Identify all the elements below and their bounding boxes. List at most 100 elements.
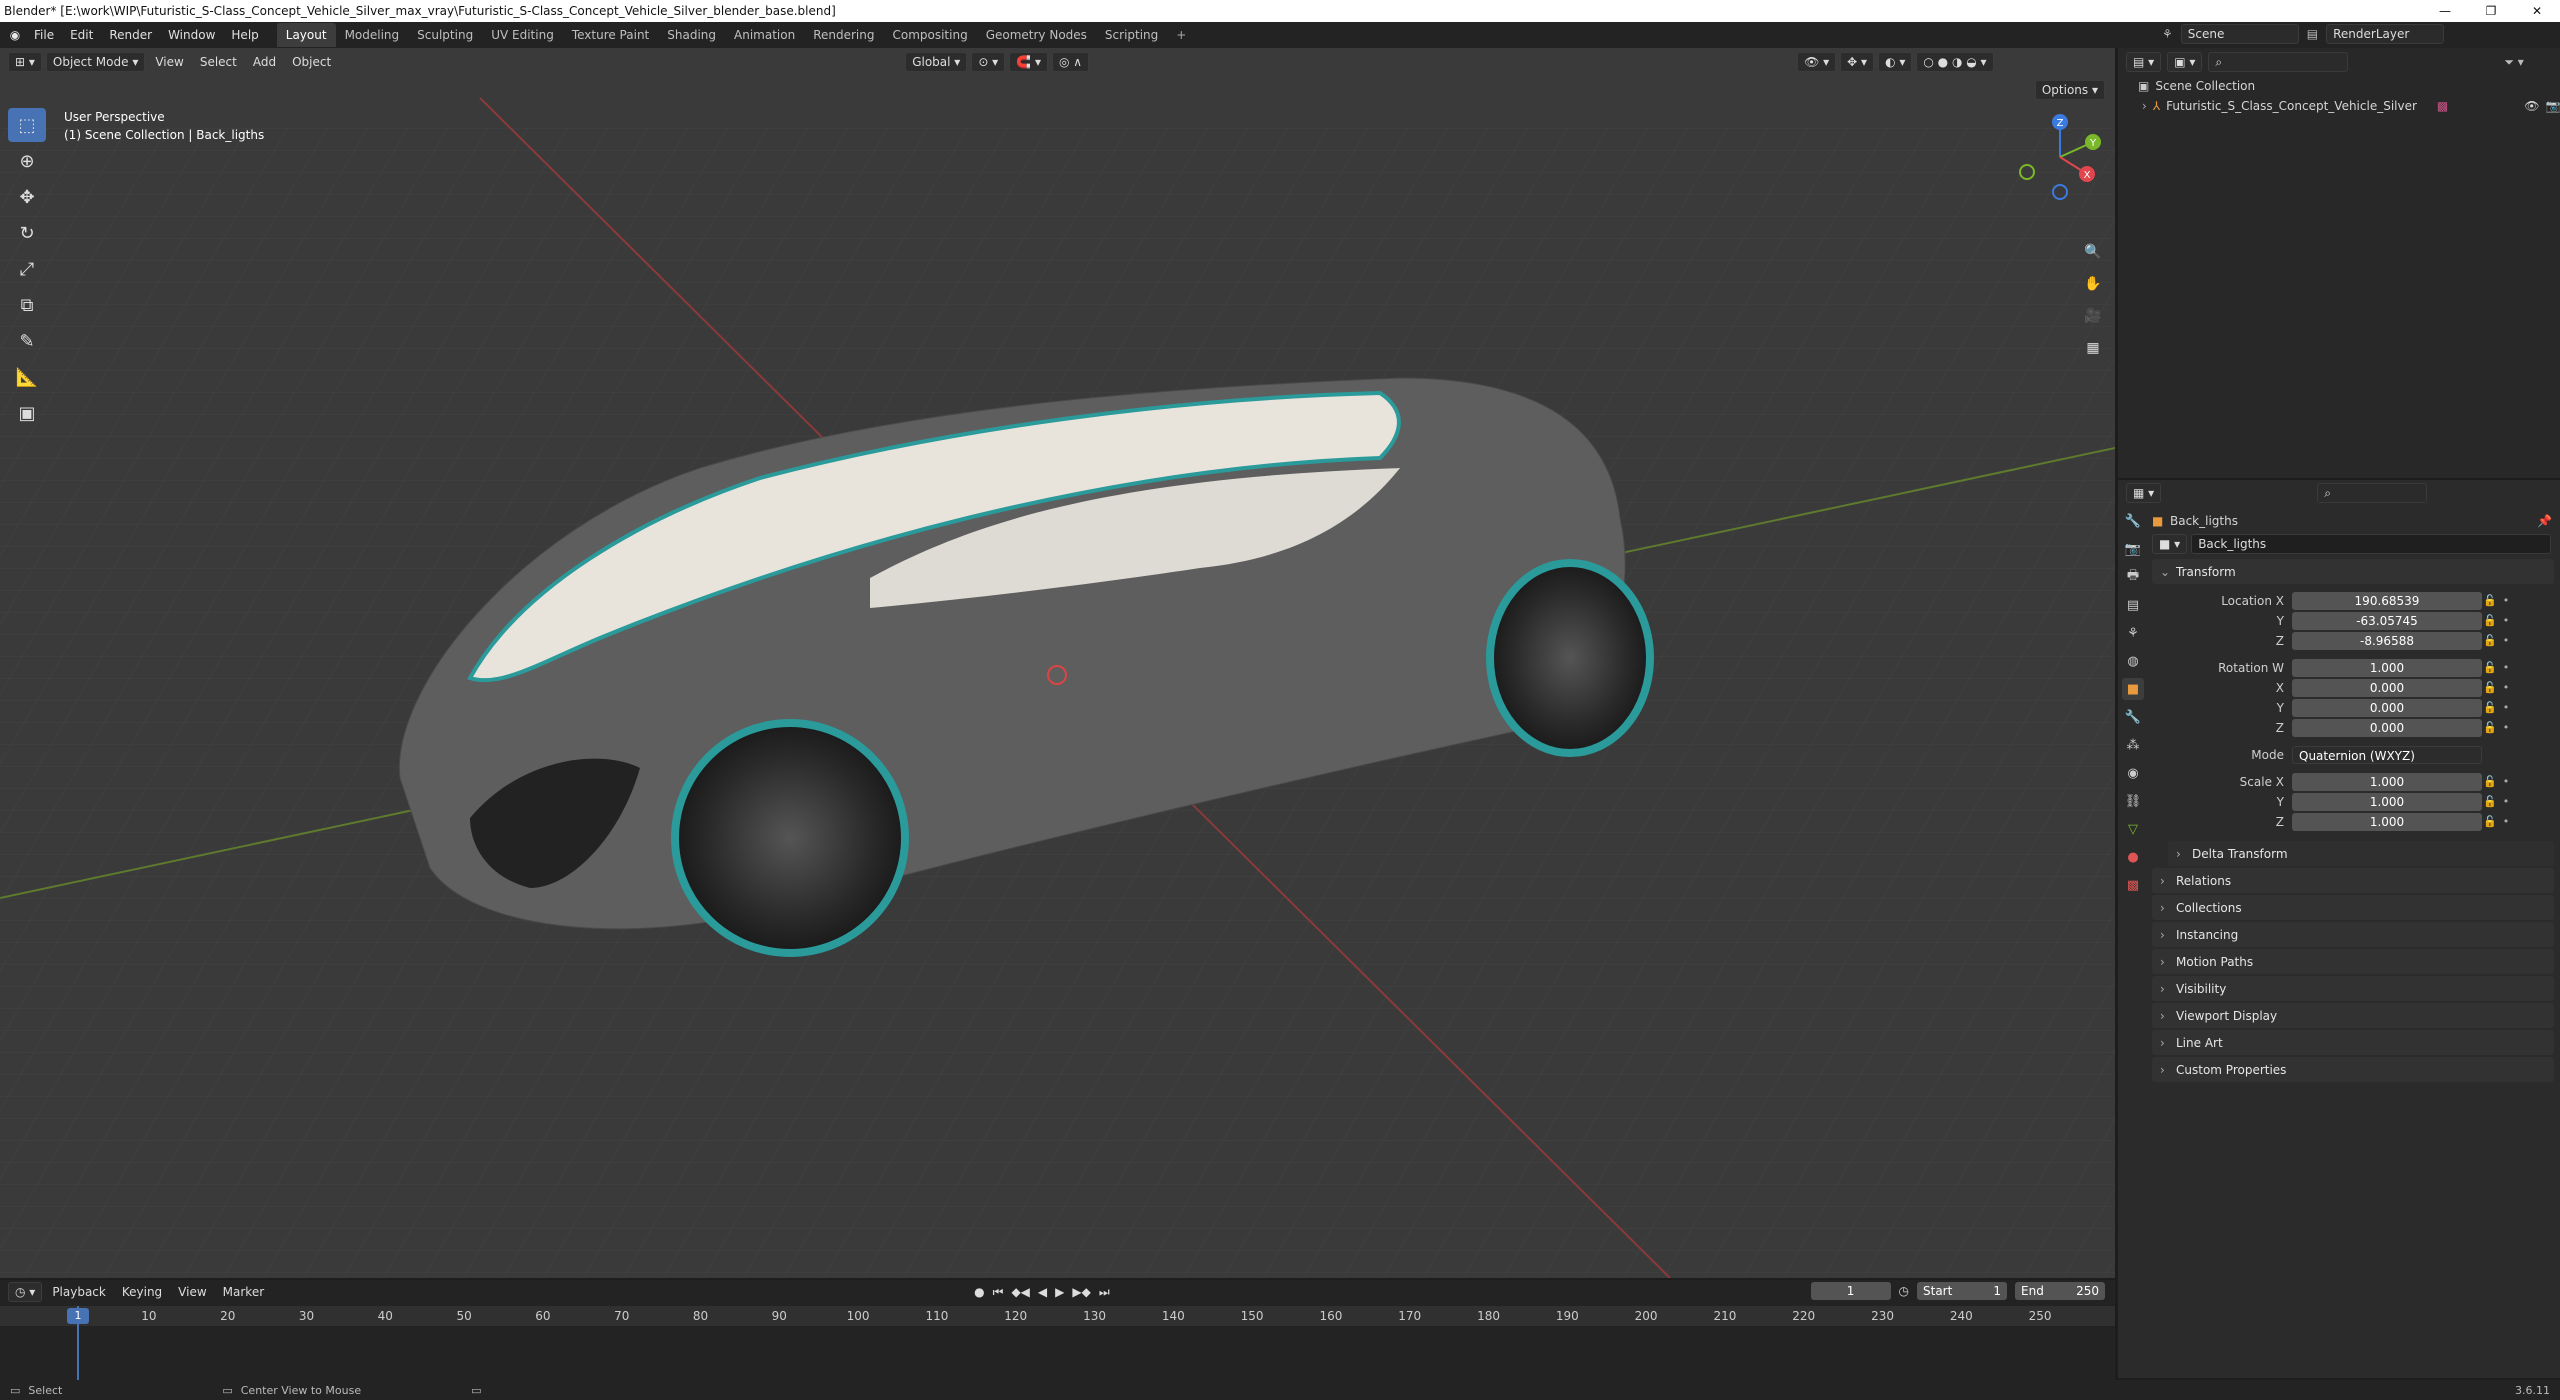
object-browse-button[interactable]: ■ ▾ bbox=[2152, 533, 2188, 554]
zoom-icon[interactable]: 🔍 bbox=[2081, 240, 2105, 264]
scene-tab-icon[interactable]: ⚘ bbox=[2122, 622, 2144, 644]
render-camera-icon[interactable]: 📷 bbox=[2546, 99, 2560, 113]
close-icon[interactable]: ✕ bbox=[2514, 0, 2560, 22]
pan-hand-icon[interactable]: ✋ bbox=[2081, 272, 2105, 296]
tab-rendering[interactable]: Rendering bbox=[804, 23, 883, 47]
modifier-tab-icon[interactable]: 🔧 bbox=[2122, 706, 2144, 728]
world-tab-icon[interactable]: ◍ bbox=[2122, 650, 2144, 672]
visibility-dropdown[interactable]: 👁 ▾ bbox=[1797, 52, 1837, 72]
lock-icon[interactable]: 🔓 bbox=[2482, 775, 2498, 788]
select-box-icon[interactable]: ⬚ bbox=[8, 108, 46, 142]
pivot-dropdown[interactable]: ⊙ ▾ bbox=[971, 52, 1006, 72]
keyframe-dot-icon[interactable]: • bbox=[2498, 634, 2514, 647]
outliner-editor-type[interactable]: ▤ ▾ bbox=[2126, 52, 2162, 72]
physics-tab-icon[interactable]: ◉ bbox=[2122, 762, 2144, 784]
motion-paths-section[interactable]: › Motion Paths bbox=[2152, 949, 2554, 974]
gizmo-neg-z-icon[interactable] bbox=[2052, 184, 2068, 200]
filter-icon[interactable]: ⏷ ▾ bbox=[2504, 55, 2523, 70]
add-cube-tool-icon[interactable]: ▣ bbox=[8, 396, 46, 430]
outliner-search[interactable]: ⌕ bbox=[2208, 52, 2349, 72]
rotation-z-field[interactable]: 0.000 bbox=[2292, 718, 2482, 737]
outliner-display-mode[interactable]: ▣ ▾ bbox=[2167, 52, 2203, 72]
ortho-grid-icon[interactable]: ▦ bbox=[2081, 336, 2105, 360]
scale-y-field[interactable]: 1.000 bbox=[2292, 792, 2482, 811]
viewport-menu-object[interactable]: Object bbox=[286, 55, 337, 69]
location-x-field[interactable]: 190.68539 bbox=[2292, 591, 2482, 610]
play-icon[interactable]: ▶ bbox=[1055, 1285, 1064, 1300]
timeline-menu-view[interactable]: View bbox=[172, 1285, 212, 1299]
options-button[interactable]: Options ▾ bbox=[2034, 80, 2105, 100]
start-frame-field[interactable]: Start 1 bbox=[1917, 1282, 2007, 1300]
custom-properties-section[interactable]: › Custom Properties bbox=[2152, 1057, 2554, 1082]
editor-type-button[interactable]: ⊞ ▾ bbox=[8, 52, 42, 72]
blender-logo-icon[interactable]: ◉ bbox=[4, 28, 26, 42]
line-art-section[interactable]: › Line Art bbox=[2152, 1030, 2554, 1055]
lock-icon[interactable]: 🔓 bbox=[2482, 815, 2498, 828]
scene-field[interactable]: Scene bbox=[2180, 24, 2299, 44]
tab-sculpting[interactable]: Sculpting bbox=[408, 23, 482, 47]
play-reverse-icon[interactable]: ◀ bbox=[1038, 1285, 1047, 1300]
maximize-icon[interactable]: ❐ bbox=[2468, 0, 2514, 22]
tab-texture-paint[interactable]: Texture Paint bbox=[563, 23, 658, 47]
material-tab-icon[interactable]: ● bbox=[2122, 846, 2144, 868]
keyframe-dot-icon[interactable]: • bbox=[2498, 815, 2514, 828]
keyframe-dot-icon[interactable]: • bbox=[2498, 681, 2514, 694]
jump-end-icon[interactable]: ⏭ bbox=[1099, 1285, 1110, 1300]
tab-modeling[interactable]: Modeling bbox=[336, 23, 409, 47]
lock-icon[interactable]: 🔓 bbox=[2482, 634, 2498, 647]
tab-layout[interactable]: Layout bbox=[276, 23, 336, 47]
view-layer-tab-icon[interactable]: ▤ bbox=[2122, 594, 2144, 616]
lock-icon[interactable]: 🔓 bbox=[2482, 681, 2498, 694]
tool-tab-icon[interactable]: 🔧 bbox=[2122, 510, 2144, 532]
gizmo-toggle[interactable]: ✥ ▾ bbox=[1840, 52, 1875, 72]
lock-icon[interactable]: 🔓 bbox=[2482, 795, 2498, 808]
viewport-menu-view[interactable]: View bbox=[149, 55, 189, 69]
snap-toggle[interactable]: 🧲 ▾ bbox=[1009, 52, 1048, 72]
instancing-section[interactable]: › Instancing bbox=[2152, 922, 2554, 947]
rotate-tool-icon[interactable]: ↻ bbox=[8, 216, 46, 250]
mode-dropdown[interactable]: Object Mode ▾ bbox=[45, 52, 146, 72]
scale-x-field[interactable]: 1.000 bbox=[2292, 772, 2482, 791]
lock-icon[interactable]: 🔓 bbox=[2482, 661, 2498, 674]
scale-tool-icon[interactable]: ⤢ bbox=[8, 252, 46, 286]
texture-tab-icon[interactable]: ▩ bbox=[2122, 874, 2144, 896]
keyframe-dot-icon[interactable]: • bbox=[2498, 661, 2514, 674]
menu-edit[interactable]: Edit bbox=[62, 28, 101, 42]
timeline-menu-keying[interactable]: Keying bbox=[116, 1285, 168, 1299]
keyframe-dot-icon[interactable]: • bbox=[2498, 594, 2514, 607]
pin-icon[interactable]: 📌 bbox=[2537, 514, 2552, 528]
particles-tab-icon[interactable]: ⁂ bbox=[2122, 734, 2144, 756]
outliner-row-root[interactable]: ▣ Scene Collection bbox=[2118, 76, 2560, 96]
lock-icon[interactable]: 🔓 bbox=[2482, 701, 2498, 714]
timeline-menu-playback[interactable]: Playback bbox=[46, 1285, 112, 1299]
viewport-menu-add[interactable]: Add bbox=[247, 55, 282, 69]
data-tab-icon[interactable]: ▽ bbox=[2122, 818, 2144, 840]
object-name-field[interactable]: Back_ligths bbox=[2191, 533, 2552, 554]
tab-animation[interactable]: Animation bbox=[725, 23, 804, 47]
lock-icon[interactable]: 🔓 bbox=[2482, 614, 2498, 627]
gizmo-neg-y-icon[interactable] bbox=[2019, 164, 2035, 180]
collections-section[interactable]: › Collections bbox=[2152, 895, 2554, 920]
shading-modes[interactable]: ○ ● ◑ ◒ ▾ bbox=[1916, 52, 1994, 72]
3d-viewport[interactable]: ⊞ ▾ Object Mode ▾ View Select Add Object… bbox=[0, 48, 2115, 1278]
keyframe-dot-icon[interactable]: • bbox=[2498, 701, 2514, 714]
end-frame-field[interactable]: End 250 bbox=[2015, 1282, 2105, 1300]
scale-z-field[interactable]: 1.000 bbox=[2292, 812, 2482, 831]
overlay-toggle[interactable]: ◐ ▾ bbox=[1878, 52, 1913, 72]
properties-editor-type[interactable]: ▦ ▾ bbox=[2126, 483, 2162, 503]
transform-section-header[interactable]: ⌄ Transform bbox=[2152, 559, 2554, 584]
camera-view-icon[interactable]: 🎥 bbox=[2081, 304, 2105, 328]
rotation-x-field[interactable]: 0.000 bbox=[2292, 678, 2482, 697]
current-frame-field[interactable]: 1 bbox=[1810, 1282, 1891, 1300]
timeline-menu-marker[interactable]: Marker bbox=[217, 1285, 270, 1299]
menu-file[interactable]: File bbox=[26, 28, 62, 42]
minimize-icon[interactable]: — bbox=[2422, 0, 2468, 22]
keyframe-dot-icon[interactable]: • bbox=[2498, 721, 2514, 734]
object-tab-icon[interactable]: ■ bbox=[2122, 678, 2144, 700]
menu-render[interactable]: Render bbox=[101, 28, 160, 42]
tab-shading[interactable]: Shading bbox=[658, 23, 725, 47]
annotate-tool-icon[interactable]: ✎ bbox=[8, 324, 46, 358]
keyframe-dot-icon[interactable]: • bbox=[2498, 614, 2514, 627]
cursor-tool-icon[interactable]: ⊕ bbox=[8, 144, 46, 178]
orientation-dropdown[interactable]: Global ▾ bbox=[905, 52, 968, 72]
